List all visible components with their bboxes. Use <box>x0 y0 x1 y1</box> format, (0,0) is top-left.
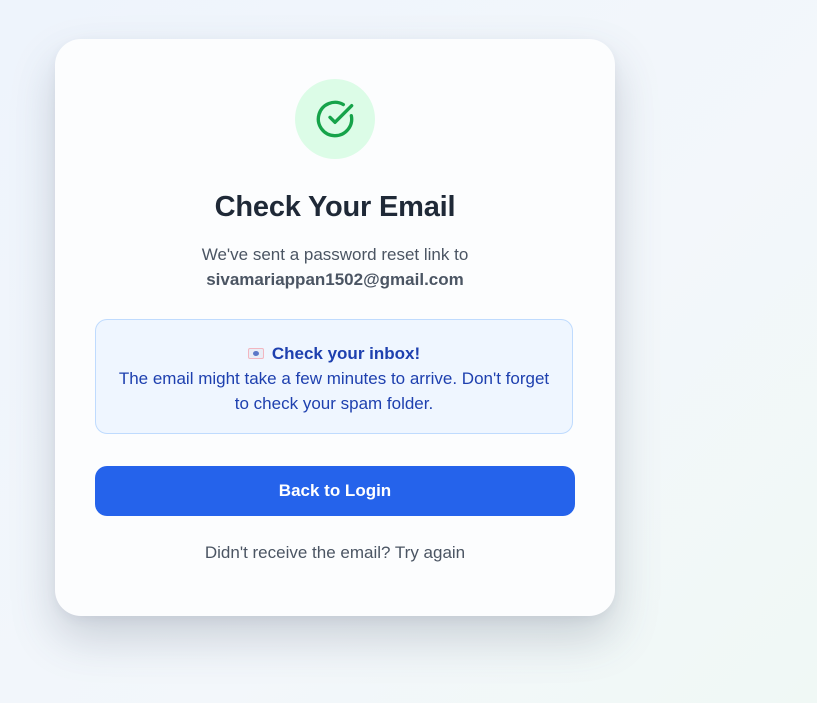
notice-body: The email might take a few minutes to ar… <box>118 369 550 413</box>
email-icon <box>247 348 264 359</box>
page-title: Check Your Email <box>214 191 456 223</box>
recipient-email: sivamariappan1502@gmail.com <box>206 270 464 289</box>
inbox-notice: Check your inbox! The email might take a… <box>95 319 573 434</box>
try-again-link[interactable]: Try again <box>395 543 465 562</box>
confirmation-text: We've sent a password reset link to <box>201 245 469 264</box>
check-circle-icon <box>316 100 354 138</box>
confirmation-message: We've sent a password reset link to siva… <box>55 242 615 292</box>
notice-heading: Check your inbox! <box>271 344 421 363</box>
notice-heading-row: Check your inbox! <box>96 341 572 366</box>
resend-row: Didn't receive the email? Try again <box>55 543 615 563</box>
resend-prompt: Didn't receive the email? <box>204 543 391 562</box>
reset-confirmation-card: Check Your Email We've sent a password r… <box>55 39 615 616</box>
back-to-login-button[interactable]: Back to Login <box>95 466 575 516</box>
success-badge <box>295 79 375 159</box>
